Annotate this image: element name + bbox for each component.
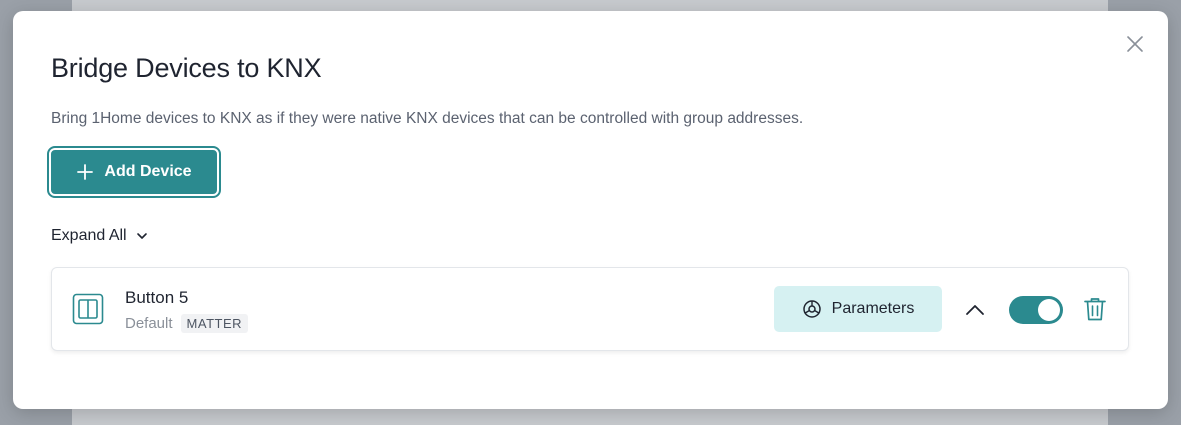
add-device-button[interactable]: Add Device (47, 146, 221, 198)
device-panel-icon (72, 293, 104, 325)
close-icon (1127, 36, 1143, 52)
trash-icon (1084, 298, 1106, 321)
toggle-knob (1038, 299, 1060, 321)
parameters-button[interactable]: Parameters (774, 286, 942, 332)
expand-all-toggle[interactable]: Expand All (51, 227, 149, 245)
device-meta: Default MATTER (125, 314, 249, 333)
chevron-down-icon (136, 233, 147, 239)
add-device-label: Add Device (104, 163, 192, 180)
device-protocol-badge: MATTER (180, 314, 249, 333)
modal-description: Bring 1Home devices to KNX as if they we… (51, 110, 804, 127)
parameters-label: Parameters (831, 300, 915, 317)
plus-icon (76, 163, 94, 181)
device-name: Button 5 (125, 288, 189, 307)
gear-icon (802, 299, 822, 319)
device-enabled-toggle[interactable] (1009, 296, 1063, 324)
device-profile: Default (125, 315, 173, 332)
chevron-up-icon (966, 305, 984, 315)
modal-title: Bridge Devices to KNX (51, 53, 322, 83)
bridge-devices-modal: Bridge Devices to KNX Bring 1Home device… (13, 11, 1168, 409)
delete-button[interactable] (1082, 295, 1108, 323)
device-row: Button 5 Default MATTER Parameters (51, 267, 1129, 351)
expand-all-label: Expand All (51, 227, 127, 244)
collapse-button[interactable] (962, 297, 988, 323)
close-button[interactable] (1124, 33, 1146, 55)
